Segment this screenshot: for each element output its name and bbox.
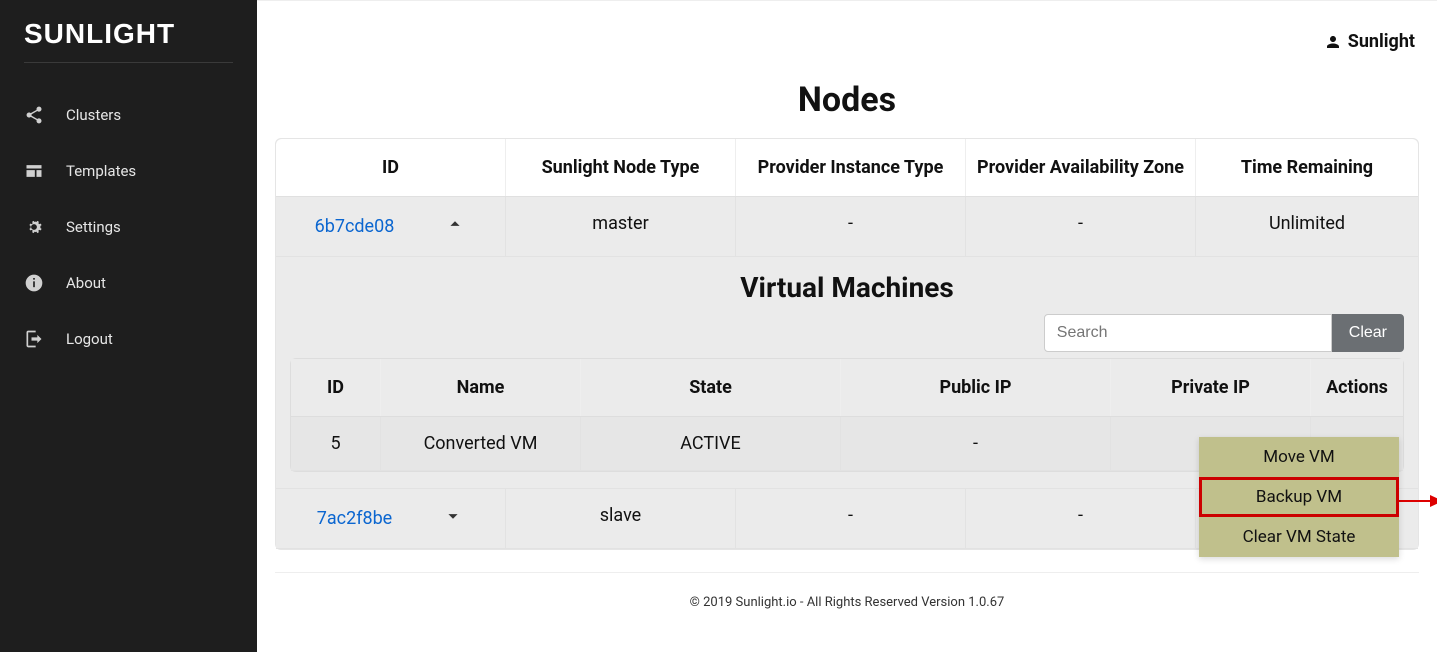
user-menu[interactable]: Sunlight [275, 13, 1419, 80]
vm-table-header: ID Name State Public IP Private IP Actio… [291, 359, 1403, 417]
col-node-type: Sunlight Node Type [506, 139, 736, 196]
sidebar-item-settings[interactable]: Settings [0, 199, 257, 255]
share-icon [24, 105, 44, 125]
sidebar-item-logout[interactable]: Logout [0, 311, 257, 367]
node-row: 6b7cde08 master - - Unlimited [276, 197, 1418, 257]
nodes-table-header: ID Sunlight Node Type Provider Instance … [276, 139, 1418, 197]
nav-label: Logout [66, 330, 113, 348]
sidebar-item-clusters[interactable]: Clusters [0, 87, 257, 143]
chevron-down-icon[interactable] [442, 505, 464, 532]
brand-logo: SUNLIGHT [0, 18, 257, 62]
instance-type-cell: - [736, 197, 966, 257]
col-id: ID [276, 139, 506, 196]
templates-icon [24, 161, 44, 181]
vm-col-name: Name [381, 359, 581, 416]
vm-public-ip-cell: - [841, 417, 1111, 471]
action-move-vm[interactable]: Move VM [1199, 437, 1399, 477]
vm-col-id: ID [291, 359, 381, 416]
col-zone: Provider Availability Zone [966, 139, 1196, 196]
info-icon [24, 273, 44, 293]
actions-menu: Move VM Backup VM Clear VM State [1199, 437, 1399, 557]
user-name: Sunlight [1348, 31, 1415, 52]
search-row: Clear [276, 314, 1418, 358]
nav-label: About [66, 274, 106, 292]
zone-cell: - [966, 489, 1196, 549]
logout-icon [24, 329, 44, 349]
vm-col-actions: Actions [1311, 359, 1403, 416]
sidebar: SUNLIGHT Clusters Templates Settings Abo… [0, 0, 257, 652]
vm-col-state: State [581, 359, 841, 416]
instance-type-cell: - [736, 489, 966, 549]
col-time: Time Remaining [1196, 139, 1418, 196]
vm-id-cell: 5 [291, 417, 381, 471]
vm-col-public-ip: Public IP [841, 359, 1111, 416]
gear-icon [24, 217, 44, 237]
node-id-link[interactable]: 7ac2f8be [317, 508, 392, 529]
page-title: Nodes [275, 80, 1419, 120]
vm-state-cell: ACTIVE [581, 417, 841, 471]
time-remaining-cell: Unlimited [1196, 197, 1418, 257]
action-backup-vm[interactable]: Backup VM [1199, 477, 1399, 517]
col-instance-type: Provider Instance Type [736, 139, 966, 196]
nav-label: Clusters [66, 106, 121, 124]
node-id-link[interactable]: 6b7cde08 [315, 216, 395, 237]
node-id-cell[interactable]: 7ac2f8be [276, 489, 506, 549]
chevron-up-icon[interactable] [444, 213, 466, 240]
person-icon [1324, 33, 1342, 51]
vm-col-private-ip: Private IP [1111, 359, 1311, 416]
main-content: Sunlight Nodes ID Sunlight Node Type Pro… [257, 0, 1437, 652]
sidebar-item-templates[interactable]: Templates [0, 143, 257, 199]
node-type-cell: master [506, 197, 736, 257]
vm-section-title: Virtual Machines [276, 257, 1418, 314]
footer-text: © 2019 Sunlight.io - All Rights Reserved… [275, 572, 1419, 630]
nav-label: Templates [66, 162, 136, 180]
search-input[interactable] [1044, 314, 1332, 352]
node-type-cell: slave [506, 489, 736, 549]
vm-name-cell: Converted VM [381, 417, 581, 471]
divider [24, 62, 233, 63]
sidebar-item-about[interactable]: About [0, 255, 257, 311]
zone-cell: - [966, 197, 1196, 257]
clear-button[interactable]: Clear [1332, 314, 1404, 352]
nav-label: Settings [66, 218, 121, 236]
action-clear-vm-state[interactable]: Clear VM State [1199, 517, 1399, 557]
node-id-cell[interactable]: 6b7cde08 [276, 197, 506, 257]
